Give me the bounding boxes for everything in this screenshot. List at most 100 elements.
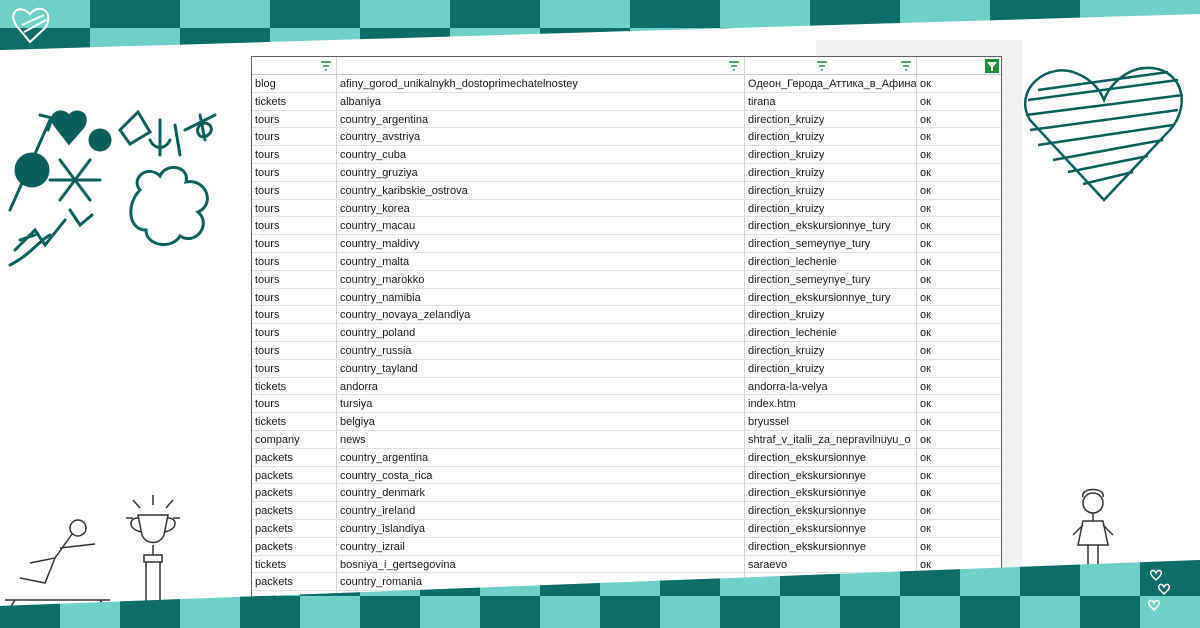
cell-section[interactable]: tours [252, 252, 337, 270]
cell-category[interactable]: country_macau [337, 217, 745, 235]
table-row[interactable]: tours country_argentina direction_kruizy ок [252, 110, 1001, 129]
cell-category[interactable]: andorra [337, 377, 745, 395]
cell-status[interactable]: ок [917, 271, 1001, 288]
cell-section[interactable]: tours [252, 395, 337, 413]
cell-section[interactable]: packets [252, 502, 337, 519]
cell-status[interactable]: ок [917, 502, 1001, 519]
cell-status[interactable]: ок [917, 235, 1001, 252]
cell-category[interactable]: country_poland [337, 324, 745, 341]
cell-slug[interactable]: tirana [745, 92, 917, 110]
cell-slug[interactable]: Одеон_Герода_Аттика_в_Афинах [745, 75, 917, 92]
cell-status[interactable]: ок [917, 413, 1001, 430]
cell-section[interactable]: packets [252, 466, 337, 484]
cell-category[interactable]: country_novaya_zelandiya [337, 306, 745, 324]
cell-category[interactable]: country_namibia [337, 288, 745, 306]
cell-status[interactable]: ок [917, 449, 1001, 466]
cell-section[interactable]: packets [252, 519, 337, 537]
table-row[interactable]: packets country_costa_rica direction_eksku… [252, 466, 1001, 485]
table-row[interactable]: tickets andorra andorra-la-velya ок [252, 377, 1001, 396]
cell-section[interactable]: tours [252, 217, 337, 235]
table-row[interactable]: tours country_avstriya direction_kruizy ок [252, 128, 1001, 147]
cell-status[interactable]: ок [917, 289, 1001, 306]
cell-slug[interactable]: direction_semeynye_tury [745, 235, 917, 252]
cell-section[interactable]: tours [252, 110, 337, 128]
cell-slug[interactable]: direction_kruizy [745, 146, 917, 163]
cell-status[interactable]: ок [917, 164, 1001, 181]
cell-status[interactable]: ок [917, 146, 1001, 163]
cell-section[interactable]: tours [252, 235, 337, 252]
cell-slug[interactable]: direction_kruizy [745, 199, 917, 217]
cell-slug[interactable]: bryussel [745, 413, 917, 430]
cell-section[interactable]: packets [252, 484, 337, 502]
table-row[interactable]: tours country_namibia direction_ekskursion… [252, 288, 1001, 307]
table-row[interactable]: tours country_korea direction_kruizy ок [252, 199, 1001, 218]
cell-status[interactable]: ок [917, 342, 1001, 359]
cell-category[interactable]: country_islandiya [337, 519, 745, 537]
cell-section[interactable]: tours [252, 199, 337, 217]
cell-status[interactable]: ок [917, 467, 1001, 484]
cell-status[interactable]: ок [917, 378, 1001, 395]
cell-section[interactable]: company [252, 430, 337, 448]
cell-slug[interactable]: direction_ekskursionnye_tury [745, 288, 917, 306]
table-row[interactable]: tours country_cuba direction_kruizy ок [252, 146, 1001, 164]
filter-icon[interactable] [900, 60, 912, 72]
cell-category[interactable]: country_costa_rica [337, 466, 745, 484]
cell-slug[interactable]: direction_kruizy [745, 306, 917, 324]
table-row[interactable]: company news shtraf_v_italii_za_nepravilnu… [252, 430, 1001, 449]
cell-category[interactable]: country_argentina [337, 110, 745, 128]
table-row[interactable]: tours country_gruziya direction_kruizy ок [252, 163, 1001, 182]
cell-category[interactable]: country_korea [337, 199, 745, 217]
cell-category[interactable]: afiny_gorod_unikalnykh_dostoprimechateln… [337, 75, 745, 92]
cell-slug[interactable]: direction_kruizy [745, 163, 917, 181]
table-row[interactable]: tours country_russia direction_kruizy ок [252, 341, 1001, 360]
cell-category[interactable]: country_gruziya [337, 163, 745, 181]
table-row[interactable]: tours country_maldivy direction_semeynye_t… [252, 235, 1001, 253]
table-row[interactable]: tours country_novaya_zelandiya direction_k… [252, 306, 1001, 325]
cell-slug[interactable]: direction_lechenie [745, 252, 917, 270]
table-row[interactable]: packets country_ireland direction_ekskursi… [252, 502, 1001, 520]
cell-category[interactable]: country_tayland [337, 359, 745, 377]
table-row[interactable]: tours country_tayland direction_kruizy ок [252, 359, 1001, 378]
table-row[interactable]: tours country_karibskie_ostrova direction_… [252, 181, 1001, 200]
filter-icon[interactable] [728, 60, 740, 72]
cell-status[interactable]: ок [917, 111, 1001, 128]
cell-category[interactable]: tursiya [337, 395, 745, 413]
cell-section[interactable]: tickets [252, 377, 337, 395]
cell-section[interactable]: blog [252, 75, 337, 92]
cell-section[interactable]: tours [252, 181, 337, 199]
cell-status[interactable]: ок [917, 360, 1001, 377]
cell-slug[interactable]: direction_ekskursionnye_tury [745, 217, 917, 235]
cell-section[interactable]: tours [252, 306, 337, 324]
cell-category[interactable]: country_denmark [337, 484, 745, 502]
cell-slug[interactable]: direction_kruizy [745, 128, 917, 146]
cell-category[interactable]: country_maldivy [337, 235, 745, 252]
cell-section[interactable]: tours [252, 163, 337, 181]
cell-section[interactable]: tours [252, 324, 337, 341]
cell-status[interactable]: ок [917, 200, 1001, 217]
cell-section[interactable]: tours [252, 270, 337, 288]
cell-status[interactable]: ок [917, 395, 1001, 412]
table-row[interactable]: packets country_argentina direction_ekskur… [252, 448, 1001, 467]
cell-status[interactable]: ок [917, 128, 1001, 145]
table-row[interactable]: tickets albaniya tirana ок [252, 92, 1001, 111]
cell-category[interactable]: country_ireland [337, 502, 745, 519]
cell-slug[interactable]: direction_kruizy [745, 110, 917, 128]
cell-slug[interactable]: direction_kruizy [745, 181, 917, 199]
table-row[interactable]: tours country_macau direction_ekskursionny… [252, 217, 1001, 236]
cell-slug[interactable]: direction_kruizy [745, 359, 917, 377]
cell-section[interactable]: tickets [252, 413, 337, 430]
cell-category[interactable]: belgiya [337, 413, 745, 430]
cell-category[interactable]: country_karibskie_ostrova [337, 181, 745, 199]
cell-slug[interactable]: direction_kruizy [745, 341, 917, 359]
cell-section[interactable]: tickets [252, 92, 337, 110]
cell-slug[interactable]: shtraf_v_italii_za_nepravilnuyu_o [745, 430, 917, 448]
cell-section[interactable]: tours [252, 288, 337, 306]
cell-status[interactable]: ок [917, 484, 1001, 501]
cell-status[interactable]: ок [917, 75, 1001, 92]
active-filter-icon[interactable] [985, 59, 999, 73]
cell-category[interactable]: country_avstriya [337, 128, 745, 146]
cell-category[interactable]: country_marokko [337, 270, 745, 288]
cell-category[interactable]: country_cuba [337, 146, 745, 163]
cell-status[interactable]: ок [917, 306, 1001, 323]
filter-icon[interactable] [320, 60, 332, 72]
